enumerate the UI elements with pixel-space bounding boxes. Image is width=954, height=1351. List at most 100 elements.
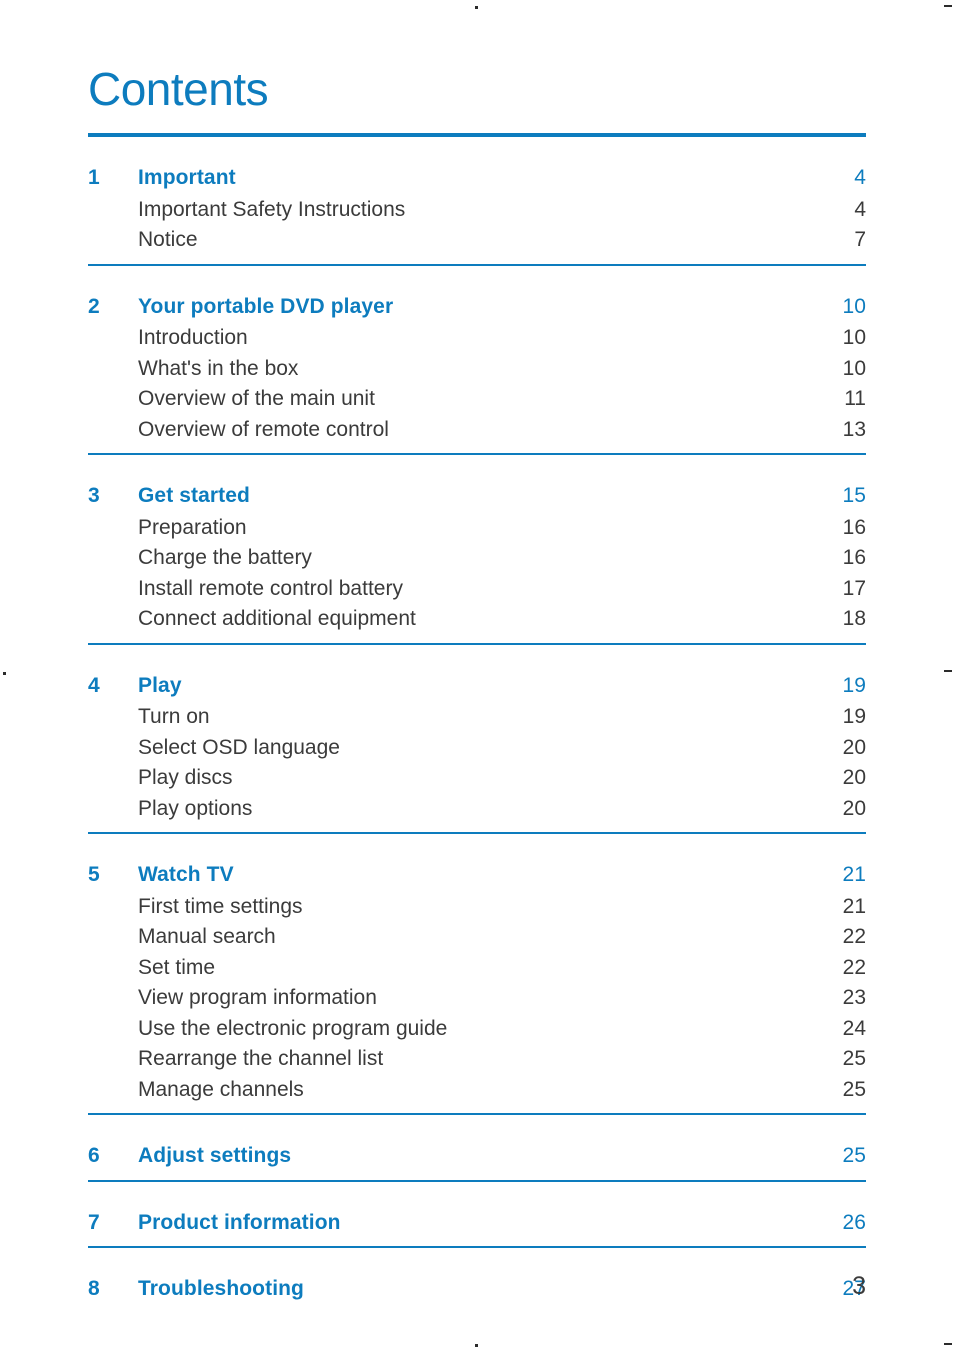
toc-subitem-label: Rearrange the channel list [138,1047,384,1070]
toc-section-heading[interactable]: 8 Troubleshooting 27 [88,1274,866,1304]
toc-section-number: 3 [88,484,100,507]
toc-section-page: 10 [842,294,866,318]
toc-section-heading[interactable]: 2 Your portable DVD player 10 [88,292,866,322]
toc-subitem-page: 7 [854,228,866,251]
document-page: Contents 1 Important 4 Important Safety Ins… [0,0,954,1351]
toc-section-heading[interactable]: 4 Play 19 [88,671,866,701]
toc-subitem[interactable]: Notice 7 [88,225,866,255]
toc-subitem-page: 23 [842,986,866,1009]
toc-section: 5 Watch TV 21 First time settings 21 Manual s… [88,834,866,1115]
toc-subitem[interactable]: Charge the battery 16 [88,543,866,573]
toc-section-heading[interactable]: 7 Product information 26 [88,1208,866,1238]
crop-mark-bottom [475,1344,478,1347]
toc-subitem-label: Introduction [138,326,248,349]
toc-section: 8 Troubleshooting 27 [88,1248,866,1313]
toc-subitem[interactable]: Play discs 20 [88,763,866,793]
toc-subitem-list: Important Safety Instructions 4 Notice 7 [88,193,866,255]
toc-subitem-label: Charge the battery [138,546,312,569]
toc-section-page: 15 [842,484,866,507]
toc-subitem[interactable]: Manual search 22 [88,922,866,952]
toc-subitem-list: Preparation 16 Charge the battery 16 Install… [88,511,866,634]
toc-section-number: 4 [88,673,100,697]
toc-subitem-label: Install remote control battery [138,576,403,600]
toc-subitem-label: Important Safety Instructions [138,197,406,221]
toc-subitem-page: 25 [842,1047,866,1070]
toc-section-title: Get started [138,484,250,507]
page-title: Contents [88,63,269,115]
toc-subitem-label: Manual search [138,925,276,948]
toc-subitem-list: First time settings 21 Manual search 22 Set … [88,890,866,1105]
toc-subitem[interactable]: Play options 20 [88,794,866,824]
toc-subitem[interactable]: Overview of remote control 13 [88,415,866,445]
toc-subitem-label: View program information [138,986,377,1009]
toc-section-heading[interactable]: 6 Adjust settings 25 [88,1141,866,1171]
toc-section-title: Play [138,673,182,697]
toc-subitem-page: 22 [842,955,866,979]
crop-mark-right [944,670,952,672]
toc-subitem[interactable]: Overview of the main unit 11 [88,384,866,414]
toc-subitem[interactable]: Select OSD language 20 [88,733,866,763]
toc-subitem-label: Turn on [138,705,210,728]
toc-subitem[interactable]: Install remote control battery 17 [88,574,866,604]
toc-section: 2 Your portable DVD player 10 Introduction 1… [88,266,866,455]
toc-subitem-label: Select OSD language [138,735,340,759]
toc-subitem-page: 24 [842,1016,866,1040]
toc-subitem[interactable]: Manage channels 25 [88,1075,866,1105]
toc-section-number: 8 [88,1277,100,1300]
crop-mark-top-right [944,5,952,7]
toc-subitem[interactable]: Connect additional equipment 18 [88,604,866,634]
toc-section-title: Your portable DVD player [138,294,394,318]
toc-section: 7 Product information 26 [88,1182,866,1248]
toc-subitem[interactable]: View program information 23 [88,983,866,1013]
toc-section-title: Product information [138,1210,341,1234]
toc-subitem-label: Preparation [138,515,247,539]
content-area: Contents 1 Important 4 Important Safety Ins… [88,0,866,1313]
toc-subitem-label: Play options [138,796,253,820]
toc-subitem[interactable]: Rearrange the channel list 25 [88,1044,866,1074]
toc-section-heading[interactable]: 1 Important 4 [88,163,866,193]
toc-subitem[interactable]: Preparation 16 [88,513,866,543]
toc-subitem-page: 11 [844,387,866,410]
toc-subitem-page: 20 [842,796,866,820]
toc-section-heading[interactable]: 5 Watch TV 21 [88,860,866,890]
crop-mark-left [3,672,6,675]
toc-subitem-label: Use the electronic program guide [138,1016,448,1040]
toc-subitem[interactable]: Turn on 19 [88,702,866,732]
toc-subitem-page: 10 [842,356,866,380]
toc-section-page: 21 [842,863,866,886]
toc-section: 6 Adjust settings 25 [88,1115,866,1182]
toc-section: 4 Play 19 Turn on 19 Select OSD language 20 Pla… [88,645,866,834]
toc-subitem-page: 4 [854,197,866,221]
toc-subitem-page: 18 [842,607,866,630]
toc-subitem-page: 21 [842,894,866,918]
toc-subitem[interactable]: Use the electronic program guide 24 [88,1014,866,1044]
toc-subitem[interactable]: First time settings 21 [88,892,866,922]
toc-subitem[interactable]: What's in the box 10 [88,354,866,384]
toc-subitem-page: 22 [842,925,866,948]
toc-subitem[interactable]: Important Safety Instructions 4 [88,195,866,225]
toc-subitem-page: 25 [842,1077,866,1101]
table-of-contents: 1 Important 4 Important Safety Instructions… [88,137,866,1313]
toc-section-number: 1 [88,166,100,189]
toc-subitem-list: Introduction 10 What's in the box 10 Overvie… [88,321,866,444]
toc-subitem-page: 13 [842,417,866,441]
toc-subitem[interactable]: Introduction 10 [88,323,866,353]
toc-section-page: 26 [842,1210,866,1234]
toc-subitem[interactable]: Set time 22 [88,953,866,983]
toc-section-number: 6 [88,1144,100,1167]
toc-section-page: 4 [854,166,866,189]
toc-section-heading[interactable]: 3 Get started 15 [88,481,866,511]
